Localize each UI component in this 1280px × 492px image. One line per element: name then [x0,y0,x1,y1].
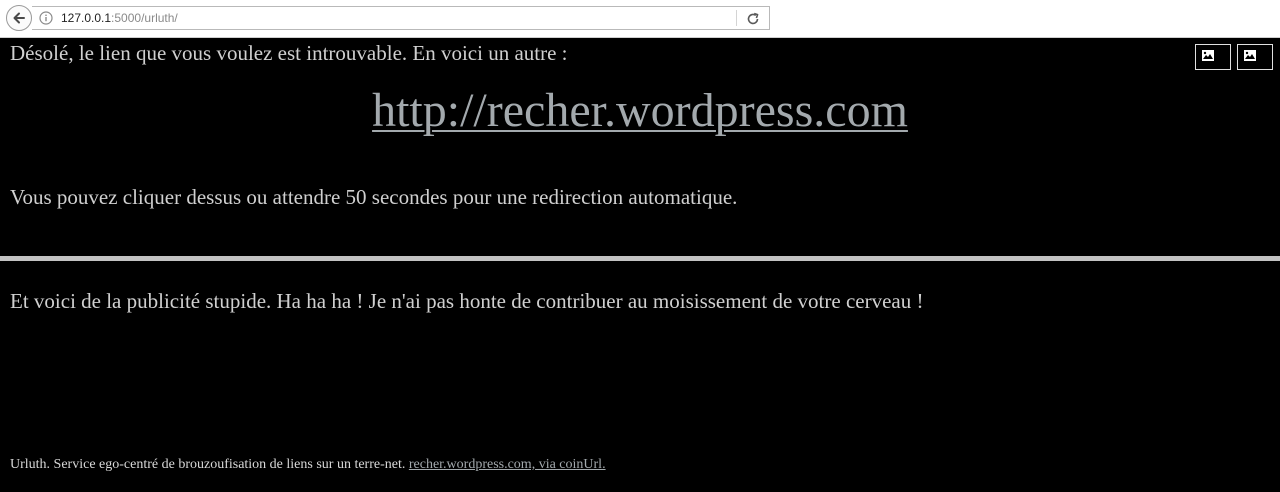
not-found-message: Désolé, le lien que vous voulez est intr… [10,41,568,65]
broken-image-2[interactable] [1237,44,1273,70]
broken-image-icon [1244,50,1256,61]
divider [0,256,1280,261]
ad-text: Et voici de la publicité stupide. Ha ha … [10,289,924,313]
url-host: 127.0.0.1 [61,11,112,25]
reload-icon [747,12,759,25]
footer-link[interactable]: recher.wordpress.com, via coinUrl. [409,457,606,472]
broken-image-1[interactable] [1195,44,1231,70]
redirect-info-text: Vous pouvez cliquer dessus ou attendre 5… [10,185,738,209]
url-text[interactable]: 127.0.0.1:5000/urluth/ [61,11,178,25]
footer-text: Urluth. Service ego-centré de brouzoufis… [10,457,406,472]
reload-button[interactable] [745,11,761,27]
info-icon[interactable] [39,11,53,25]
redirect-link[interactable]: http://recher.wordpress.com [372,84,908,137]
footer: Urluth. Service ego-centré de brouzoufis… [10,457,606,473]
address-bar[interactable]: 127.0.0.1:5000/urluth/ [32,6,770,30]
redirect-link-container: http://recher.wordpress.com [0,83,1280,138]
broken-image-icon [1202,50,1214,61]
url-path: :5000/urluth/ [111,11,178,25]
back-arrow-icon [13,12,25,24]
browser-toolbar: 127.0.0.1:5000/urluth/ [0,0,1280,38]
page-content: Désolé, le lien que vous voulez est intr… [0,39,1280,492]
back-button[interactable] [6,5,32,31]
reload-separator [736,10,737,26]
